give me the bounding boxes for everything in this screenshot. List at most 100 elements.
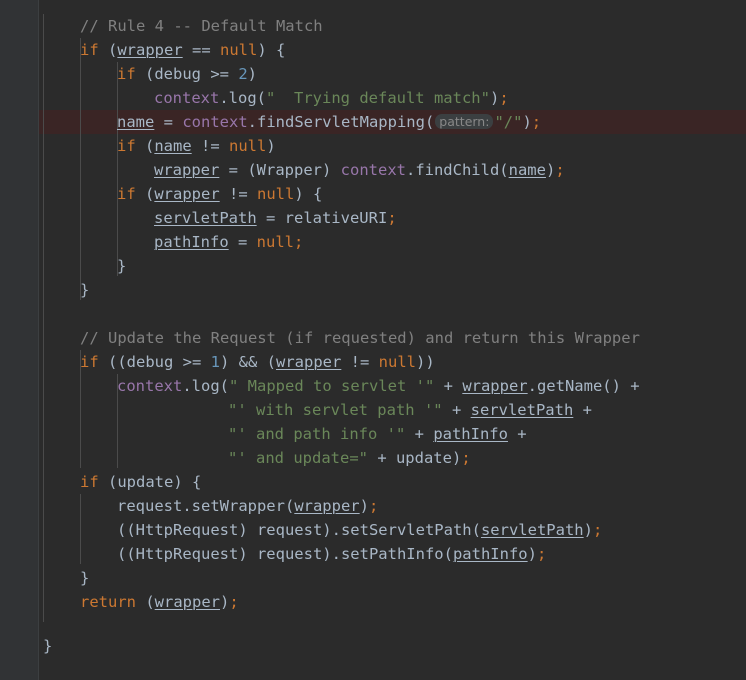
code-line[interactable]: if (debug >= 2)	[117, 62, 257, 86]
condition-text: (debug >=	[135, 65, 239, 83]
code-line[interactable]: }	[80, 278, 89, 302]
keyword-if: if	[117, 185, 136, 203]
concat-operator: +	[573, 401, 592, 419]
keyword-if: if	[117, 137, 136, 155]
variable-wrapper: wrapper	[294, 497, 360, 515]
variable-wrapper: wrapper	[154, 593, 220, 611]
string-literal: " Mapped to servlet '"	[229, 377, 435, 395]
punctuation: )	[527, 545, 537, 563]
code-line[interactable]: // Update the Request (if requested) and…	[80, 326, 640, 350]
variable-wrapper: wrapper	[154, 185, 220, 203]
code-surface[interactable]: // Rule 4 -- Default Match if (wrapper =…	[39, 0, 746, 680]
code-line[interactable]: // Rule 4 -- Default Match	[80, 14, 323, 38]
closing-brace: }	[80, 569, 90, 587]
code-text-layer[interactable]: // Rule 4 -- Default Match if (wrapper =…	[39, 0, 746, 680]
variable-servletpath: servletPath	[154, 209, 257, 227]
variable-name: name	[508, 161, 546, 179]
keyword-null: null	[256, 233, 294, 251]
code-line[interactable]: if (name != null)	[117, 134, 276, 158]
method-call: .log(	[182, 377, 229, 395]
variable-pathinfo: pathInfo	[433, 425, 508, 443]
concat-operator: +	[434, 377, 463, 395]
code-line[interactable]: request.setWrapper(wrapper);	[117, 494, 378, 518]
code-line[interactable]: "' and path info '" + pathInfo +	[228, 422, 527, 446]
punctuation: )	[489, 89, 500, 107]
punctuation: )	[522, 113, 532, 131]
operator: !=	[219, 185, 257, 203]
field-context: context	[340, 161, 406, 179]
concat-operator: +	[507, 425, 527, 443]
code-line[interactable]: if ((debug >= 1) && (wrapper != null))	[80, 350, 435, 374]
concat-operator: +	[405, 425, 434, 443]
code-line[interactable]: }	[43, 634, 52, 658]
code-editor[interactable]: // Rule 4 -- Default Match if (wrapper =…	[0, 0, 746, 680]
cast-expression: = (Wrapper)	[219, 161, 341, 179]
code-line[interactable]: servletPath = relativeURI;	[154, 206, 397, 230]
punctuation: (	[135, 137, 155, 155]
closing-brace: }	[117, 257, 127, 275]
punctuation: (	[136, 593, 155, 611]
punctuation: (	[98, 41, 118, 59]
condition-text: (update) {	[98, 473, 202, 491]
concat-operator: + update)	[367, 449, 462, 467]
semicolon: ;	[531, 113, 542, 131]
field-context: context	[182, 113, 248, 131]
semicolon: ;	[499, 89, 509, 107]
code-line[interactable]: if (wrapper == null) {	[80, 38, 285, 62]
keyword-null: null	[220, 41, 258, 59]
semicolon: ;	[592, 521, 603, 539]
closing-brace: }	[43, 637, 53, 655]
punctuation: )	[583, 521, 593, 539]
semicolon: ;	[387, 209, 397, 227]
parameter-inlay-hint[interactable]: pattern:	[435, 114, 494, 129]
method-call: .getName() +	[527, 377, 640, 395]
variable-wrapper: wrapper	[117, 41, 183, 59]
number-literal: 1	[210, 353, 220, 371]
code-line[interactable]: ((HttpRequest) request).setServletPath(s…	[117, 518, 602, 542]
method-call: ((HttpRequest) request).setPathInfo(	[117, 545, 453, 563]
code-line[interactable]: "' with servlet path '" + servletPath +	[228, 398, 592, 422]
variable-wrapper: wrapper	[462, 377, 528, 395]
assignment: = relativeURI	[256, 209, 388, 227]
concat-operator: +	[442, 401, 471, 419]
keyword-if: if	[80, 353, 99, 371]
code-line[interactable]: "' and update=" + update);	[228, 446, 471, 470]
code-line[interactable]: if (update) {	[80, 470, 201, 494]
code-line[interactable]: wrapper = (Wrapper) context.findChild(na…	[154, 158, 565, 182]
code-line[interactable]: context.log(" Trying default match");	[154, 86, 509, 110]
code-line[interactable]: }	[80, 566, 89, 590]
closing-brace: }	[80, 281, 90, 299]
semicolon: ;	[293, 233, 304, 251]
code-line[interactable]: context.log(" Mapped to servlet '" + wra…	[117, 374, 640, 398]
variable-pathinfo: pathInfo	[154, 233, 229, 251]
method-call: request.setWrapper(	[117, 497, 295, 515]
field-context: context	[117, 377, 183, 395]
string-literal: "/"	[494, 113, 523, 131]
punctuation: )	[359, 497, 369, 515]
semicolon: ;	[461, 449, 471, 467]
variable-wrapper: wrapper	[154, 161, 220, 179]
string-literal: "' and path info '"	[228, 425, 406, 443]
code-line[interactable]: return (wrapper);	[80, 590, 239, 614]
code-line[interactable]: if (wrapper != null) {	[117, 182, 322, 206]
semicolon: ;	[536, 545, 547, 563]
keyword-null: null	[229, 137, 267, 155]
editor-gutter[interactable]	[0, 0, 38, 680]
method-call: .log(	[219, 89, 266, 107]
number-literal: 2	[238, 65, 248, 83]
keyword-if: if	[80, 41, 99, 59]
punctuation: ) {	[257, 41, 286, 59]
code-line[interactable]: pathInfo = null;	[154, 230, 303, 254]
variable-servletpath: servletPath	[470, 401, 574, 419]
operator: !=	[191, 137, 229, 155]
code-line[interactable]: ((HttpRequest) request).setPathInfo(path…	[117, 542, 546, 566]
operator: ) && (	[220, 353, 276, 371]
operator: ==	[182, 41, 220, 59]
code-line[interactable]: }	[117, 254, 126, 278]
condition-text: ((debug >=	[98, 353, 211, 371]
semicolon: ;	[368, 497, 379, 515]
comment-token: // Rule 4 -- Default Match	[80, 17, 323, 35]
code-line-highlighted[interactable]: name = context.findServletMapping(patter…	[117, 110, 541, 134]
keyword-null: null	[257, 185, 295, 203]
keyword-null: null	[378, 353, 416, 371]
